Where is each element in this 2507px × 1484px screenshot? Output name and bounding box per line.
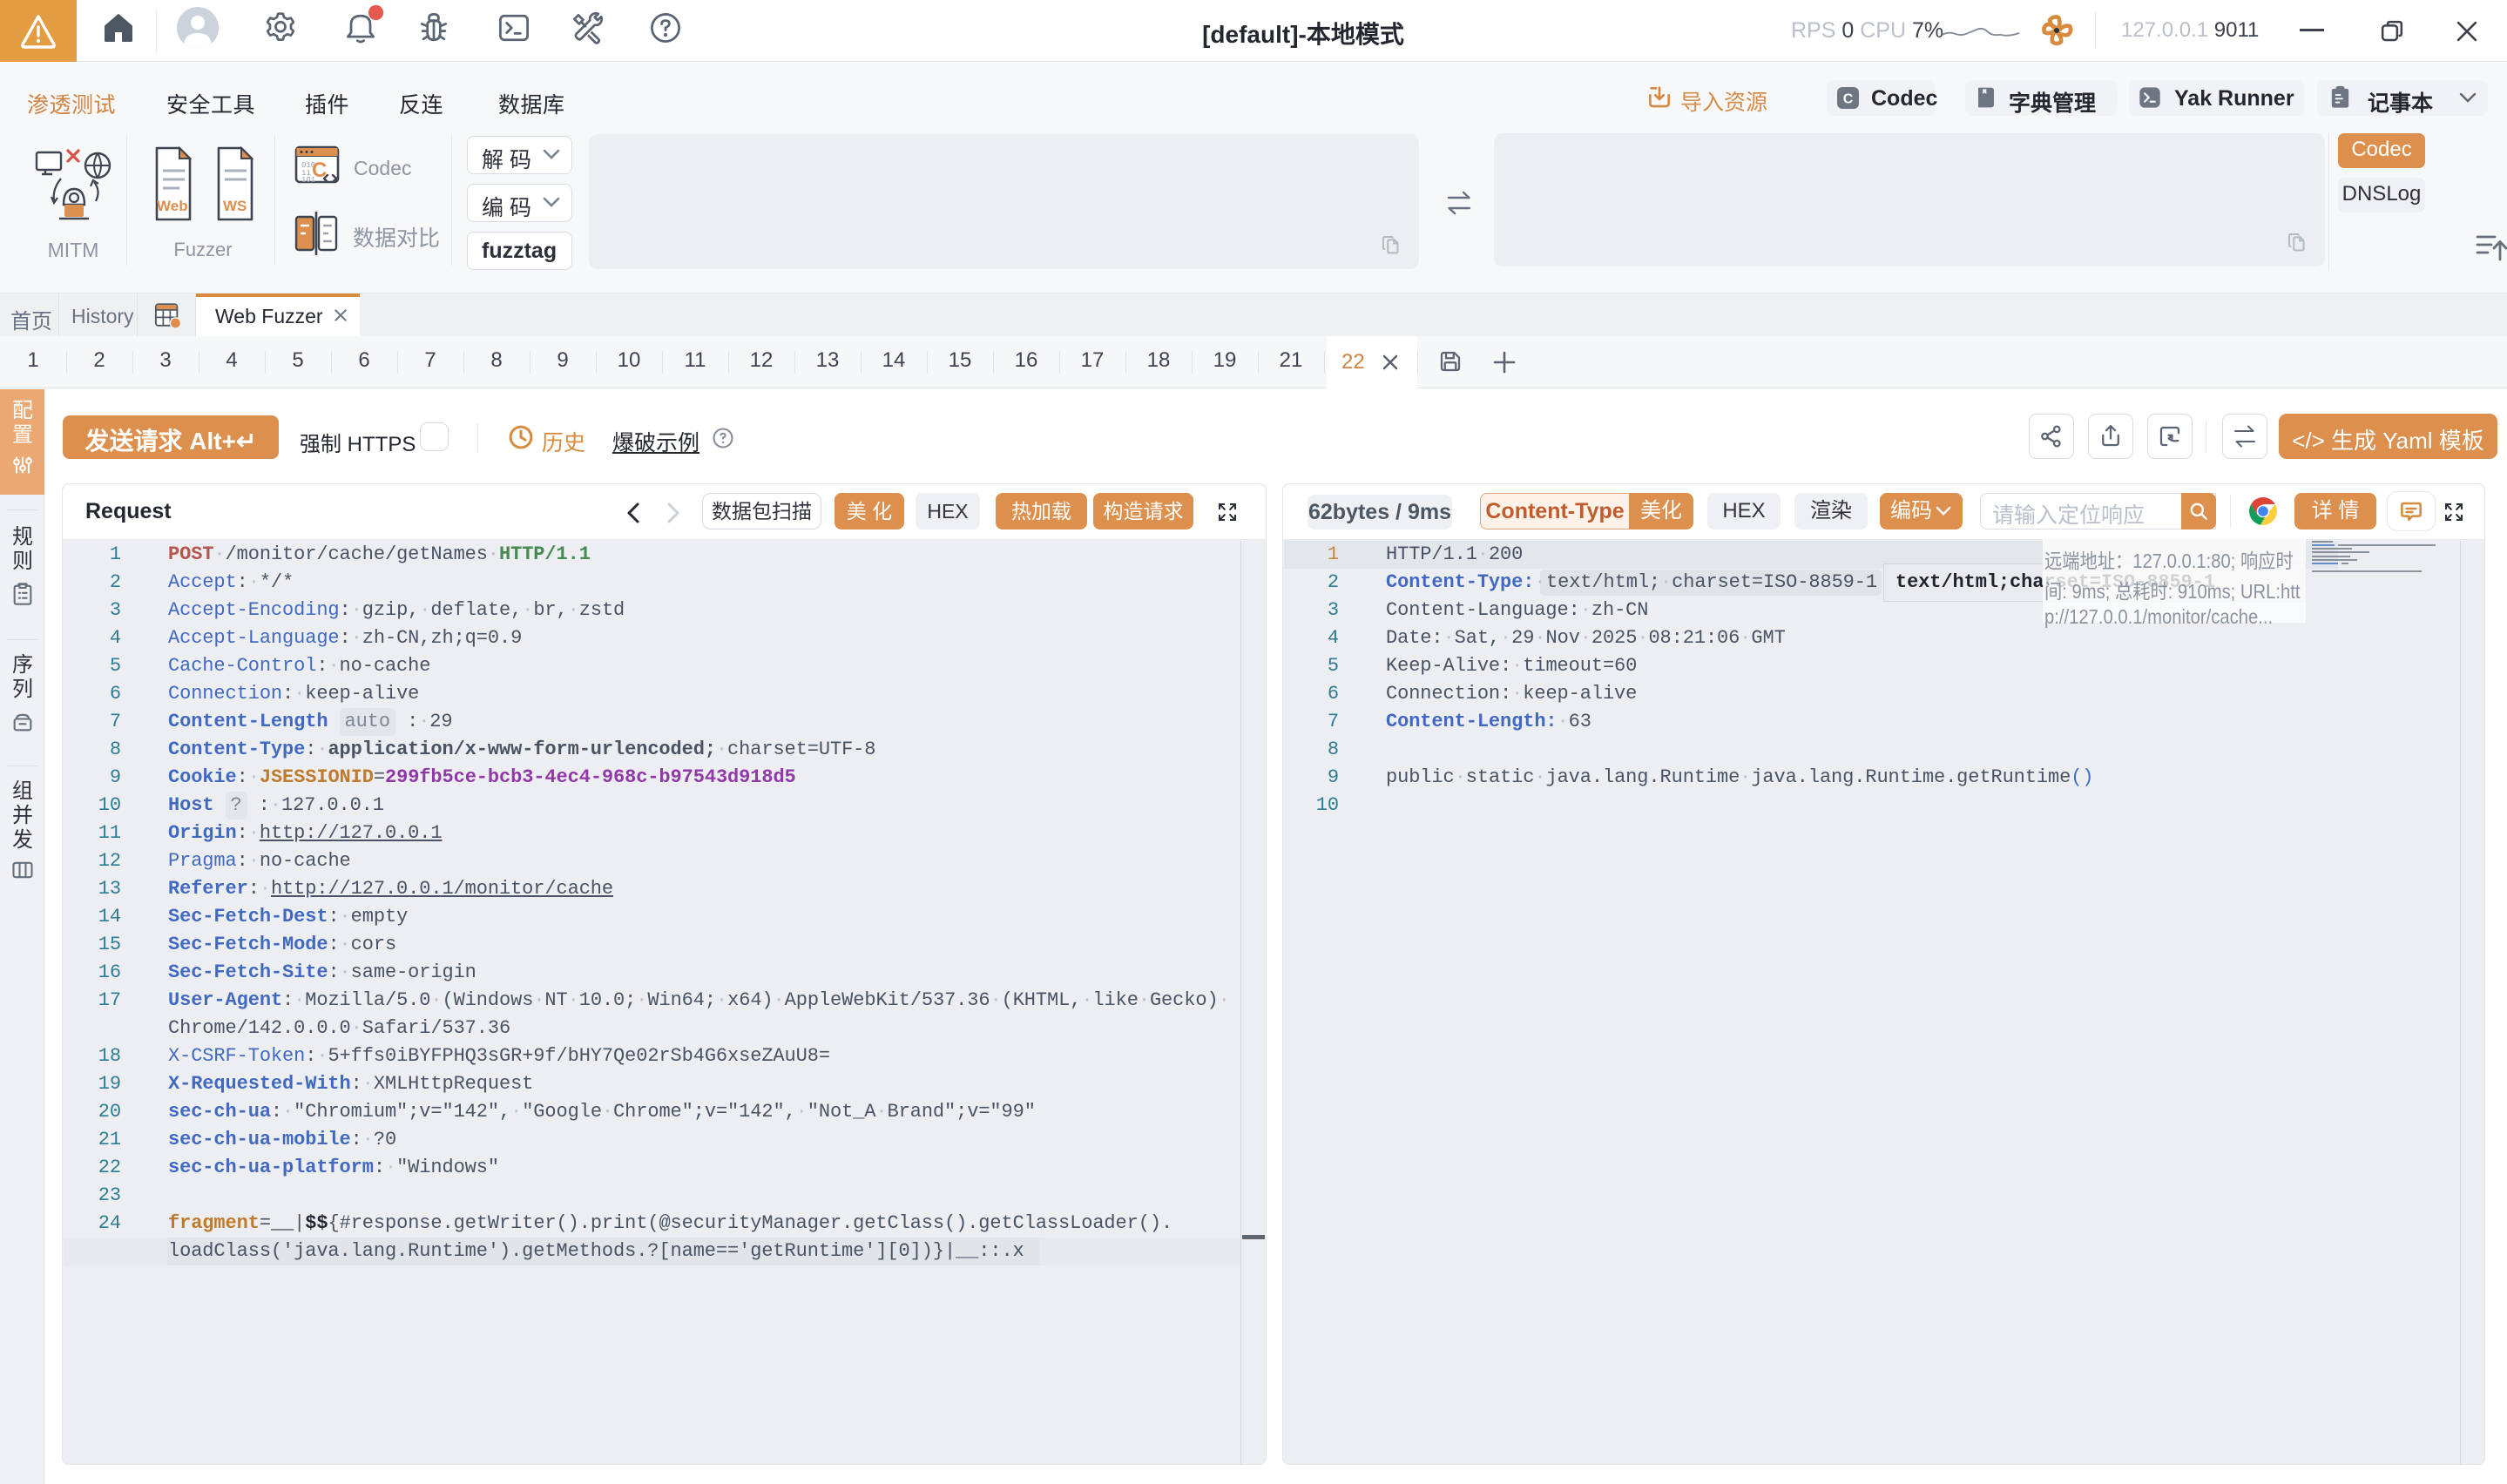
svg-text:WS: WS — [223, 198, 247, 214]
svg-text:Web: Web — [157, 198, 188, 214]
svg-text:C: C — [1843, 92, 1854, 107]
